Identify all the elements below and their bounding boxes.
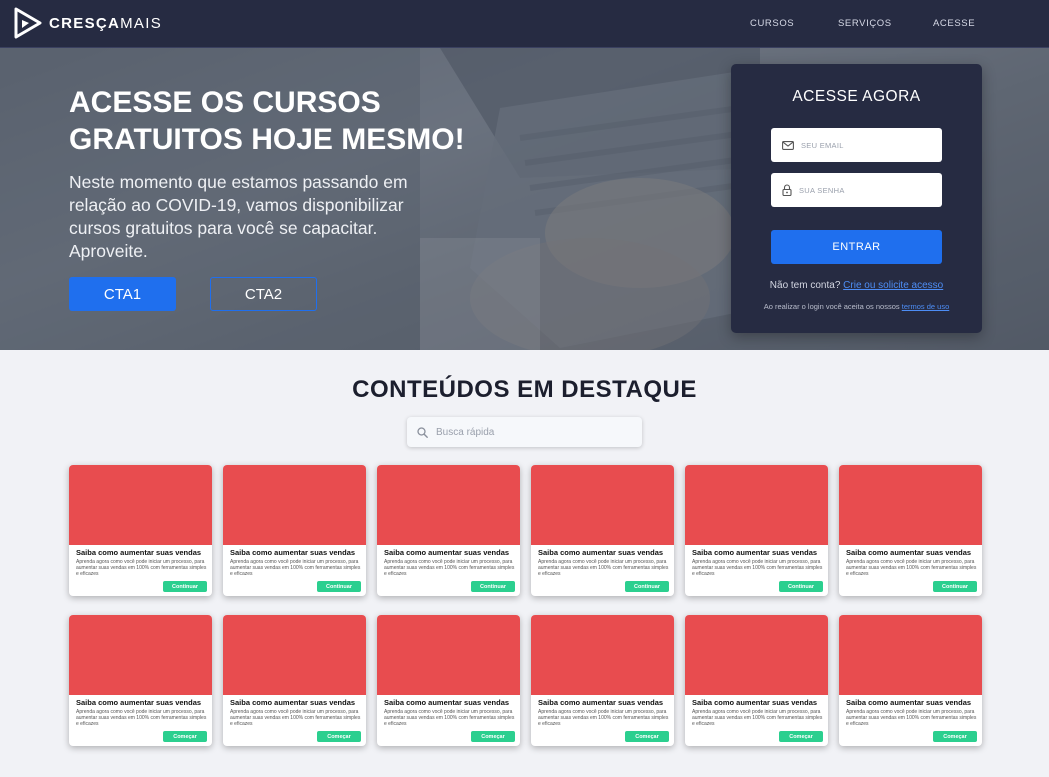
course-card[interactable]: Saiba como aumentar suas vendas Aprenda … <box>69 465 212 596</box>
course-card-title: Saiba como aumentar suas vendas <box>76 548 202 557</box>
signup-link[interactable]: Crie ou solicite acesso <box>843 280 943 291</box>
course-card-description: Aprenda agora como você pode iniciar um … <box>384 559 515 577</box>
nav-item-cursos[interactable]: CURSOS <box>750 18 794 29</box>
course-card-image <box>377 465 520 545</box>
course-card-description: Aprenda agora como você pode iniciar um … <box>692 559 823 577</box>
nav-item-servicos[interactable]: SERVIÇOS <box>838 18 892 29</box>
continue-button[interactable]: Continuar <box>317 581 361 592</box>
course-card-description: Aprenda agora como você pode iniciar um … <box>384 709 515 727</box>
course-card-image <box>223 465 366 545</box>
signup-prompt: Não tem conta? Crie ou solicite acesso <box>769 280 944 291</box>
brand-logo[interactable]: CRESÇAMAIS <box>14 7 162 39</box>
course-card[interactable]: Saiba como aumentar suas vendas Aprenda … <box>839 465 982 596</box>
course-card-image <box>69 615 212 695</box>
course-card-image <box>685 615 828 695</box>
course-card-description: Aprenda agora como você pode iniciar um … <box>846 559 977 577</box>
start-button[interactable]: Começar <box>625 731 669 742</box>
start-button[interactable]: Começar <box>471 731 515 742</box>
search-icon <box>417 426 428 438</box>
course-card[interactable]: Saiba como aumentar suas vendas Aprenda … <box>531 615 674 746</box>
login-card: ACESSE AGORA SEU EMAIL SUA SENHA ENTRAR … <box>731 64 982 333</box>
course-card-image <box>531 615 674 695</box>
password-field[interactable]: SUA SENHA <box>771 173 942 207</box>
course-card-description: Aprenda agora como você pode iniciar um … <box>76 709 207 727</box>
course-card[interactable]: Saiba como aumentar suas vendas Aprenda … <box>685 465 828 596</box>
course-card-title: Saiba como aumentar suas vendas <box>846 698 972 707</box>
course-card-title: Saiba como aumentar suas vendas <box>384 698 510 707</box>
course-card-title: Saiba como aumentar suas vendas <box>230 548 356 557</box>
email-field[interactable]: SEU EMAIL <box>771 128 942 162</box>
course-card-description: Aprenda agora como você pode iniciar um … <box>538 559 669 577</box>
cta1-button[interactable]: CTA1 <box>69 277 176 311</box>
email-placeholder: SEU EMAIL <box>801 140 844 150</box>
brand-name: CRESÇAMAIS <box>49 14 163 32</box>
quick-search[interactable] <box>407 417 642 447</box>
nav-item-acesse[interactable]: ACESSE <box>933 18 975 29</box>
course-card-description: Aprenda agora como você pode iniciar um … <box>538 709 669 727</box>
hero-banner: ACESSE OS CURSOS GRATUITOS HOJE MESMO! N… <box>0 48 1049 350</box>
course-card[interactable]: Saiba como aumentar suas vendas Aprenda … <box>685 615 828 746</box>
cta2-button[interactable]: CTA2 <box>210 277 317 311</box>
course-card-description: Aprenda agora como você pode iniciar um … <box>230 559 361 577</box>
continue-button[interactable]: Continuar <box>163 581 207 592</box>
course-card-title: Saiba como aumentar suas vendas <box>384 548 510 557</box>
course-card-description: Aprenda agora como você pode iniciar um … <box>692 709 823 727</box>
continue-button[interactable]: Continuar <box>933 581 977 592</box>
hero-description: Neste momento que estamos passando em re… <box>69 172 408 261</box>
course-card[interactable]: Saiba como aumentar suas vendas Aprenda … <box>223 465 366 596</box>
course-card[interactable]: Saiba como aumentar suas vendas Aprenda … <box>377 465 520 596</box>
course-card-title: Saiba como aumentar suas vendas <box>692 698 818 707</box>
login-title: ACESSE AGORA <box>792 88 921 105</box>
course-card[interactable]: Saiba como aumentar suas vendas Aprenda … <box>223 615 366 746</box>
lock-icon <box>782 184 792 196</box>
course-card-image <box>223 615 366 695</box>
quick-search-input[interactable] <box>436 426 626 438</box>
course-card[interactable]: Saiba como aumentar suas vendas Aprenda … <box>531 465 674 596</box>
course-card-image <box>685 465 828 545</box>
terms-notice: Ao realizar o login você aceita os nosso… <box>763 302 950 311</box>
continue-button[interactable]: Continuar <box>471 581 515 592</box>
start-button[interactable]: Começar <box>163 731 207 742</box>
course-card-description: Aprenda agora como você pode iniciar um … <box>230 709 361 727</box>
course-card-image <box>839 465 982 545</box>
play-triangle-logo-icon <box>14 7 42 39</box>
start-button[interactable]: Começar <box>317 731 361 742</box>
course-card-description: Aprenda agora como você pode iniciar um … <box>846 709 977 727</box>
course-card-title: Saiba como aumentar suas vendas <box>538 698 664 707</box>
course-card-title: Saiba como aumentar suas vendas <box>230 698 356 707</box>
course-card-title: Saiba como aumentar suas vendas <box>76 698 202 707</box>
start-button[interactable]: Começar <box>779 731 823 742</box>
hero-title: ACESSE OS CURSOS GRATUITOS HOJE MESMO! <box>69 86 465 156</box>
course-card-title: Saiba como aumentar suas vendas <box>692 548 818 557</box>
password-placeholder: SUA SENHA <box>799 185 845 195</box>
course-card[interactable]: Saiba como aumentar suas vendas Aprenda … <box>377 615 520 746</box>
course-card-image <box>839 615 982 695</box>
course-card-title: Saiba como aumentar suas vendas <box>846 548 972 557</box>
top-navbar: CRESÇAMAIS CURSOS SERVIÇOS ACESSE <box>0 0 1049 48</box>
course-card-description: Aprenda agora como você pode iniciar um … <box>76 559 207 577</box>
course-card-title: Saiba como aumentar suas vendas <box>538 548 664 557</box>
continue-button[interactable]: Continuar <box>779 581 823 592</box>
course-card-image <box>69 465 212 545</box>
terms-link[interactable]: termos de uso <box>902 302 950 311</box>
continue-button[interactable]: Continuar <box>625 581 669 592</box>
course-card-image <box>531 465 674 545</box>
featured-section-title: CONTEÚDOS EM DESTAQUE <box>352 376 697 403</box>
envelope-icon <box>782 140 794 150</box>
course-card[interactable]: Saiba como aumentar suas vendas Aprenda … <box>839 615 982 746</box>
course-card[interactable]: Saiba como aumentar suas vendas Aprenda … <box>69 615 212 746</box>
course-card-image <box>377 615 520 695</box>
start-button[interactable]: Começar <box>933 731 977 742</box>
login-submit-button[interactable]: ENTRAR <box>771 230 942 264</box>
